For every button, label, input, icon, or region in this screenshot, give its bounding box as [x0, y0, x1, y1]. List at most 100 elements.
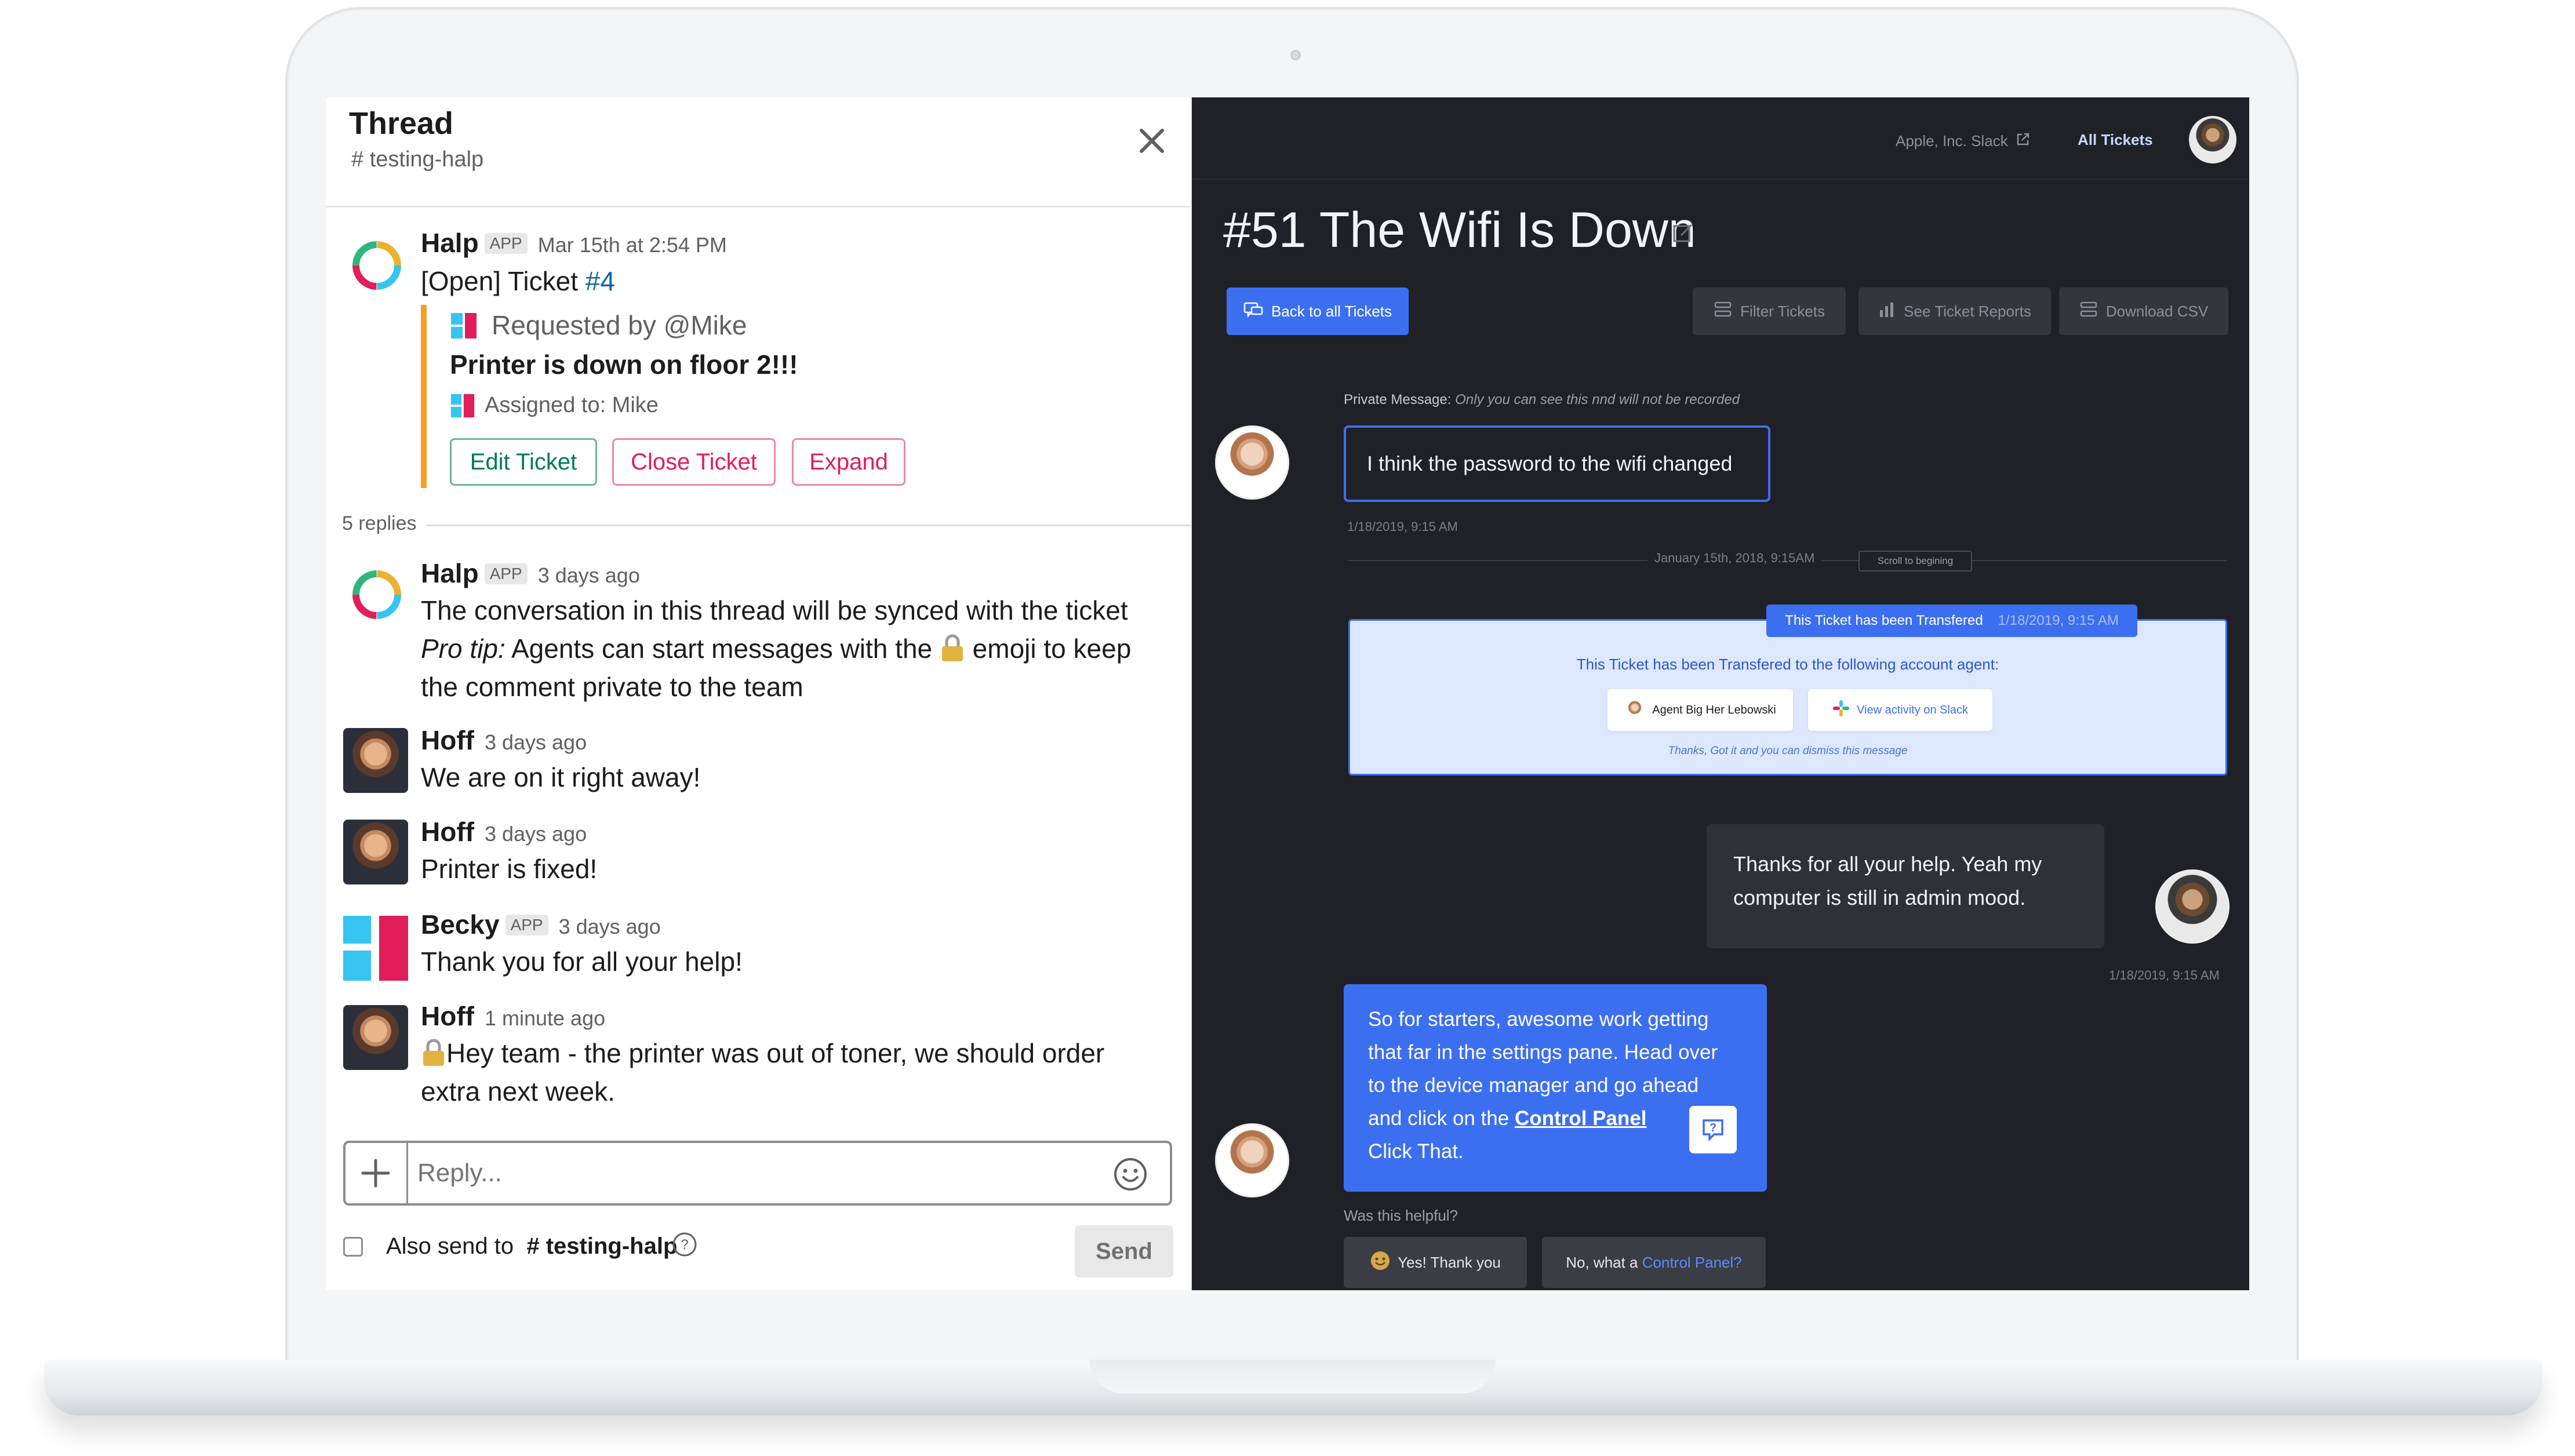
also-send-channel[interactable]: # testing-halp — [526, 1233, 677, 1259]
slack-icon — [1832, 700, 1850, 720]
message-time[interactable]: 3 days ago — [559, 915, 661, 938]
sender-name[interactable]: Halp — [421, 228, 479, 258]
sender-name[interactable]: Hoff — [421, 725, 474, 755]
reply-input[interactable] — [417, 1153, 1084, 1193]
ticket-status-text: [Open] Ticket — [421, 266, 585, 296]
attachment-bar — [421, 305, 427, 488]
help-icon[interactable]: ? — [671, 1231, 698, 1258]
message-text-part: and click on the — [1368, 1107, 1515, 1130]
transfer-notice: This Ticket has been Transfered 1/18/201… — [1348, 605, 2227, 776]
transfer-tab-label: This Ticket has been Transfered — [1785, 613, 1983, 628]
message-text: extra next week. — [421, 1076, 615, 1106]
emoji-icon[interactable] — [1112, 1156, 1149, 1193]
sender-name[interactable]: Hoff — [421, 1001, 474, 1031]
hoff-avatar[interactable] — [343, 820, 408, 884]
message-text-part: Hey team - the printer was out of toner,… — [446, 1038, 1105, 1068]
also-send-checkbox[interactable] — [343, 1237, 363, 1257]
close-icon[interactable] — [1132, 121, 1172, 161]
agent-chip-label: Agent Big Her Lebowski — [1652, 703, 1776, 716]
scroll-to-beginning-button[interactable]: Scroll to begining — [1858, 551, 1972, 572]
agent-avatar[interactable] — [1215, 425, 1289, 500]
dismiss-link[interactable]: Thanks, Got it and you can dismiss this … — [1350, 745, 2225, 758]
message-bubble: So for starters, awesome work getting th… — [1344, 984, 1767, 1192]
camera-dot — [1290, 50, 1301, 60]
parent-message-header: Halp APP Mar 15th at 2:54 PM — [421, 227, 727, 259]
thread-title: Thread — [349, 106, 454, 141]
message-header: Becky APP 3 days ago — [421, 909, 661, 940]
agent-chip-avatar — [1624, 700, 1646, 720]
sender-name[interactable]: Halp — [421, 558, 479, 588]
laptop-screen: Thread # testing-halp Halp APP Mar 15th at… — [326, 97, 2249, 1290]
message-text-part: Agents can start messages with the — [505, 634, 940, 664]
yes-thank-you-button[interactable]: Yes! Thank you — [1344, 1237, 1527, 1288]
halp-logo-small-icon — [450, 393, 475, 418]
smile-emoji-icon — [1370, 1250, 1391, 1275]
filter-tickets-button[interactable]: Filter Tickets — [1693, 287, 1846, 335]
transfer-text: This Ticket has been Transfered to the f… — [1576, 656, 1999, 673]
message-text: the comment private to the team — [421, 672, 803, 702]
message-time[interactable]: 3 days ago — [485, 730, 587, 754]
ticket-topbar: Apple, Inc. Slack All Tickets — [1192, 97, 2249, 180]
lock-icon — [940, 634, 965, 663]
send-button[interactable]: Send — [1075, 1225, 1173, 1277]
external-link-icon — [2015, 131, 2031, 151]
message-time[interactable]: 3 days ago — [538, 563, 640, 587]
message-line: Thanks for all your help. Yeah my — [1733, 852, 2042, 876]
hoff-avatar[interactable] — [343, 728, 408, 793]
database-icon — [2079, 301, 2098, 322]
see-ticket-reports-button[interactable]: See Ticket Reports — [1858, 287, 2051, 335]
message-time[interactable]: 1 minute ago — [485, 1006, 605, 1030]
message-line: So for starters, awesome work getting — [1368, 1008, 1709, 1031]
agent-avatar[interactable] — [1215, 1123, 1289, 1197]
no-control-panel-button[interactable]: No, what a Control Panel? — [1542, 1237, 1766, 1288]
message-time[interactable]: 3 days ago — [485, 822, 587, 846]
reports-button-label: See Ticket Reports — [1904, 302, 2031, 320]
message-text: Hey team - the printer was out of toner,… — [421, 1034, 1104, 1072]
workspace-link[interactable]: Apple, Inc. Slack — [1896, 131, 2031, 151]
message-time[interactable]: Mar 15th at 2:54 PM — [538, 233, 727, 257]
private-message-note: Private Message: Only you can see this n… — [1344, 392, 1740, 408]
customer-avatar[interactable] — [2155, 869, 2230, 944]
thread-channel[interactable]: # testing-halp — [351, 147, 483, 172]
filter-button-label: Filter Tickets — [1740, 302, 1825, 320]
becky-avatar-icon[interactable] — [343, 916, 408, 981]
ticket-title: #51 The Wifi Is Down — [1223, 202, 1696, 258]
replies-count: 5 replies — [342, 512, 417, 534]
sender-name[interactable]: Becky — [421, 909, 500, 940]
attach-plus-icon[interactable] — [345, 1143, 408, 1203]
edit-title-icon[interactable] — [1672, 221, 1695, 245]
lock-icon — [421, 1038, 446, 1067]
all-tickets-link[interactable]: All Tickets — [2078, 131, 2153, 149]
private-note-text: Only you can see this nnd will not be re… — [1455, 392, 1740, 407]
also-send-row: Also send to # testing-halp — [386, 1233, 677, 1260]
halp-avatar-icon[interactable] — [348, 566, 406, 624]
date-divider-label: January 15th, 2018, 9:15AM — [1647, 551, 1822, 566]
expand-button[interactable]: Expand — [792, 438, 905, 486]
message-text-part: emoji to keep — [965, 634, 1132, 664]
transfer-tab-time: 1/18/2019, 9:15 AM — [1998, 613, 2119, 628]
laptop-notch — [1090, 1360, 1496, 1393]
message-line: that far in the settings pane. Head over — [1368, 1041, 1718, 1064]
agent-chip[interactable]: Agent Big Her Lebowski — [1607, 689, 1793, 731]
app-badge: APP — [484, 233, 528, 254]
close-ticket-button[interactable]: Close Ticket — [612, 438, 776, 486]
hoff-avatar[interactable] — [343, 1005, 408, 1070]
user-avatar[interactable] — [2189, 116, 2236, 163]
message-text: Printer is fixed! — [421, 854, 598, 884]
no-button-label: No, what a — [1566, 1253, 1642, 1271]
control-panel-link[interactable]: Control Panel — [1515, 1107, 1647, 1130]
halp-avatar-icon[interactable] — [348, 236, 406, 294]
view-activity-slack-chip[interactable]: View activity on Slack — [1808, 689, 1992, 731]
download-csv-button[interactable]: Download CSV — [2059, 287, 2228, 335]
app-badge: APP — [484, 563, 528, 584]
halp-logo-icon — [450, 312, 478, 340]
ticket-link[interactable]: #4 — [585, 266, 615, 296]
sender-name[interactable]: Hoff — [421, 817, 474, 847]
edit-ticket-button[interactable]: Edit Ticket — [450, 438, 597, 486]
private-label: Private Message: — [1344, 392, 1452, 407]
help-tooltip-icon[interactable]: ? — [1689, 1106, 1737, 1153]
back-to-all-tickets-button[interactable]: Back to all Tickets — [1227, 287, 1409, 335]
message-timestamp: 1/18/2019, 9:15 AM — [2109, 968, 2220, 982]
reply-box — [343, 1141, 1172, 1206]
svg-text:?: ? — [1710, 1122, 1716, 1134]
